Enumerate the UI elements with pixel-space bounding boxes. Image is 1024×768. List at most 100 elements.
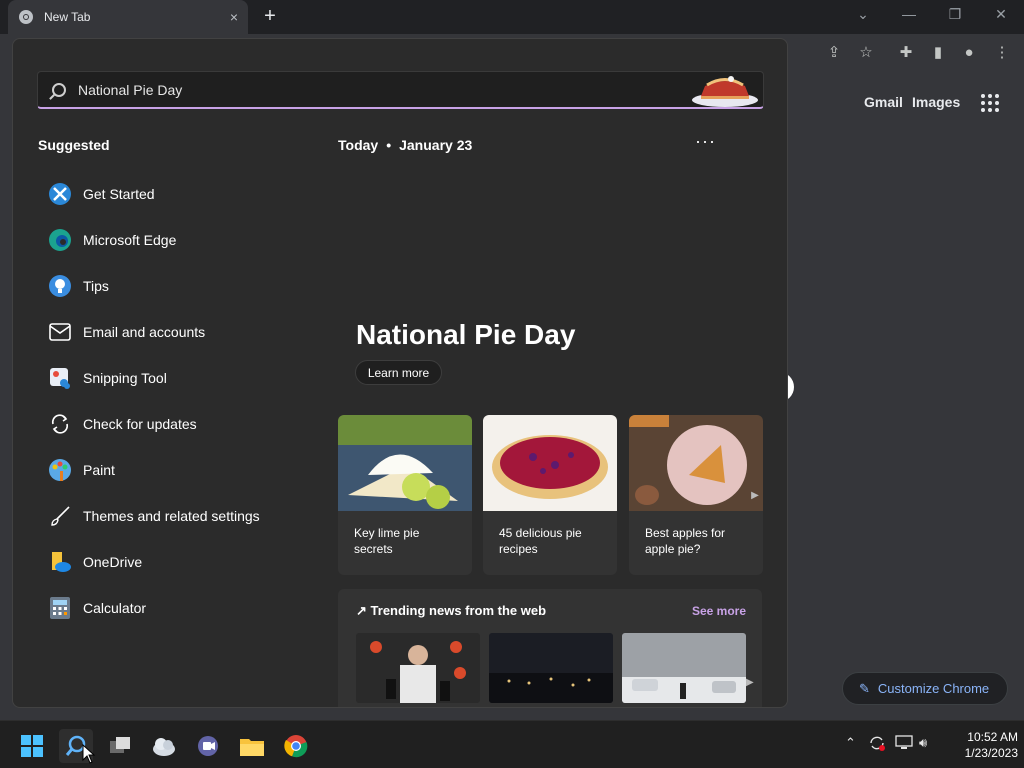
search-query: National Pie Day xyxy=(78,81,183,98)
today-date: January 23 xyxy=(399,137,473,153)
suggested-item-label: Check for updates xyxy=(83,416,197,432)
new-tab-button[interactable]: + xyxy=(258,5,282,29)
close-window-icon[interactable]: ✕ xyxy=(978,6,1024,23)
side-panel-icon[interactable]: ▮ xyxy=(927,42,949,64)
trending-next-arrow-icon[interactable]: ▶ xyxy=(746,677,754,688)
card-pie-recipes[interactable]: 45 delicious pie recipes xyxy=(483,415,617,575)
onedrive-icon xyxy=(47,549,73,575)
search-input[interactable]: National Pie Day xyxy=(37,71,764,109)
card-caption-line: secrets xyxy=(354,542,393,556)
card-caption-line: apple pie? xyxy=(645,542,701,556)
hero-title[interactable]: National Pie Day xyxy=(356,319,575,351)
suggested-item-calculator[interactable]: Calculator xyxy=(47,585,260,631)
refresh-icon xyxy=(47,411,73,437)
suggested-item-updates[interactable]: Check for updates xyxy=(47,401,260,447)
mail-icon xyxy=(47,319,73,345)
brush-icon xyxy=(47,503,73,529)
get-started-icon xyxy=(47,181,73,207)
volume-icon[interactable]: 🔊︎ xyxy=(919,735,927,751)
suggested-item-themes[interactable]: Themes and related settings xyxy=(47,493,260,539)
extensions-icon[interactable]: ✚ xyxy=(895,42,917,64)
news-image-press-conference[interactable] xyxy=(356,633,480,703)
network-icon[interactable] xyxy=(895,735,913,754)
customize-chrome-label: Customize Chrome xyxy=(877,681,990,696)
today-label: Today xyxy=(338,137,379,153)
card-caption: 45 delicious pie recipes xyxy=(483,511,617,557)
card-caption: Best apples for apple pie? xyxy=(629,511,763,557)
card-key-lime-pie[interactable]: Key lime pie secrets xyxy=(338,415,472,575)
task-view-icon[interactable] xyxy=(103,729,137,763)
taskbar: ⌃ 🔊︎ 10:52 AM 1/23/2023 xyxy=(0,720,1024,768)
tab-new-tab[interactable]: New Tab × xyxy=(8,0,248,34)
suggested-item-edge[interactable]: Microsoft Edge xyxy=(47,217,260,263)
suggested-item-paint[interactable]: Paint xyxy=(47,447,260,493)
card-apple-pie[interactable]: Best apples for apple pie? xyxy=(629,415,763,575)
sync-status-icon[interactable] xyxy=(868,735,886,754)
search-flyout: National Pie Day Suggested Get Started M… xyxy=(12,38,788,708)
tab-search-icon[interactable]: ⌄ xyxy=(840,6,886,23)
trending-title: ↗ Trending news from the web xyxy=(356,603,546,619)
profile-icon[interactable]: ● xyxy=(958,42,980,64)
suggested-item-label: Themes and related settings xyxy=(83,508,260,524)
search-icon xyxy=(52,82,66,97)
berry-pie-image xyxy=(483,415,617,511)
share-icon[interactable]: ⇪ xyxy=(823,42,845,64)
suggested-item-email[interactable]: Email and accounts xyxy=(47,309,260,355)
suggested-item-label: OneDrive xyxy=(83,554,143,570)
today-heading: Today • January 23 xyxy=(338,137,472,153)
card-caption-line: Key lime pie xyxy=(354,526,420,540)
suggested-item-get-started[interactable]: Get Started xyxy=(47,171,260,217)
mouse-cursor-icon xyxy=(82,744,96,764)
bookmark-star-icon[interactable]: ☆ xyxy=(855,42,877,64)
chrome-favicon-icon xyxy=(19,10,33,24)
tab-strip: New Tab × + ⌄ — ❐ ✕ xyxy=(0,0,1024,34)
snipping-tool-icon xyxy=(47,365,73,391)
clock-time: 10:52 AM xyxy=(967,730,1018,744)
suggested-item-tips[interactable]: Tips xyxy=(47,263,260,309)
learn-more-button[interactable]: Learn more xyxy=(355,360,442,385)
minimize-icon[interactable]: — xyxy=(886,6,932,22)
start-windows-icon[interactable] xyxy=(15,729,49,763)
teams-chat-icon[interactable] xyxy=(191,729,225,763)
suggested-item-label: Get Started xyxy=(83,186,155,202)
card-caption-line: recipes xyxy=(499,542,538,556)
card-caption: Key lime pie secrets xyxy=(338,511,472,557)
suggested-item-label: Paint xyxy=(83,462,115,478)
pencil-icon: ✎ xyxy=(859,680,870,696)
chrome-taskbar-icon[interactable] xyxy=(279,729,313,763)
pie-illustration-icon xyxy=(692,76,758,107)
edge-icon xyxy=(47,227,73,253)
suggested-heading: Suggested xyxy=(38,137,110,153)
restore-icon[interactable]: ❐ xyxy=(932,6,978,23)
customize-chrome-button[interactable]: ✎ Customize Chrome xyxy=(842,672,1008,705)
show-hidden-icons-icon[interactable]: ⌃ xyxy=(845,735,856,751)
close-tab-icon[interactable]: × xyxy=(230,9,238,25)
paint-palette-icon xyxy=(47,457,73,483)
clock-date: 1/23/2023 xyxy=(964,746,1018,760)
google-apps-icon[interactable] xyxy=(981,94,999,112)
images-link[interactable]: Images xyxy=(912,94,960,110)
suggested-item-label: Email and accounts xyxy=(83,324,206,340)
calculator-icon xyxy=(47,595,73,621)
trending-news-panel: ↗ Trending news from the web See more ▶ xyxy=(338,589,762,707)
file-explorer-icon[interactable] xyxy=(235,729,269,763)
suggested-item-label: Snipping Tool xyxy=(83,370,167,386)
taskbar-clock[interactable]: 10:52 AM 1/23/2023 xyxy=(942,729,1018,761)
card-caption-line: 45 delicious pie xyxy=(499,526,582,540)
suggested-list: Get Started Microsoft Edge Tips Email an… xyxy=(47,171,260,631)
gmail-link[interactable]: Gmail xyxy=(864,94,903,110)
cards-next-arrow-icon[interactable]: ▶ xyxy=(748,485,762,507)
more-options-icon[interactable]: ··· xyxy=(695,131,716,152)
news-image-snow-street[interactable] xyxy=(622,633,746,703)
see-more-link[interactable]: See more xyxy=(692,604,746,618)
suggested-item-onedrive[interactable]: OneDrive xyxy=(47,539,260,585)
menu-icon[interactable]: ⋮ xyxy=(991,42,1013,64)
suggested-item-snipping-tool[interactable]: Snipping Tool xyxy=(47,355,260,401)
news-image-night-city[interactable] xyxy=(489,633,613,703)
tab-title: New Tab xyxy=(44,10,91,24)
suggested-item-label: Tips xyxy=(83,278,109,294)
widgets-weather-icon[interactable] xyxy=(147,729,181,763)
suggested-item-label: Calculator xyxy=(83,600,147,616)
trending-arrow-icon: ↗ xyxy=(356,603,367,618)
trending-title-text: Trending news from the web xyxy=(370,603,547,618)
